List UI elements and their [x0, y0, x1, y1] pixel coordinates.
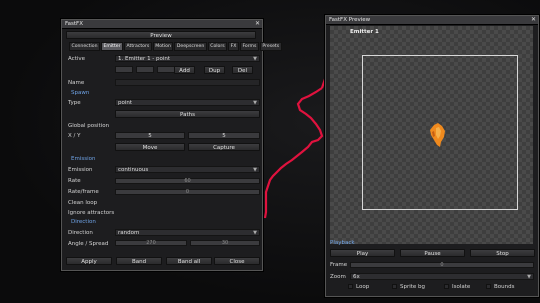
fastfx-titlebar[interactable]: FastFX ✕ — [62, 20, 262, 29]
active-emitter-select[interactable]: 1. Emitter 1 - point ▼ — [115, 55, 260, 62]
preview-viewport[interactable]: Emitter 1 — [330, 26, 533, 244]
spawn-section-title: Spawn — [71, 90, 90, 96]
tab-colors[interactable]: Colors — [207, 42, 228, 51]
tab-forms[interactable]: Forms — [239, 42, 259, 51]
x-field[interactable]: 5 — [115, 132, 185, 139]
tab-emitter[interactable]: Emitter — [101, 42, 123, 51]
zoom-value: 6x — [353, 274, 360, 280]
preview-button[interactable]: Preview — [66, 31, 256, 39]
active-label: Active — [68, 56, 86, 62]
chevron-down-icon: ▼ — [253, 230, 257, 236]
direction-label: Direction — [68, 230, 93, 236]
clean-loop-label: Clean loop — [68, 200, 98, 206]
type-value: point — [118, 100, 133, 106]
dup-button[interactable]: Dup — [204, 66, 225, 74]
band-button[interactable]: Band — [116, 257, 162, 265]
tab-motion[interactable]: Motion — [152, 42, 174, 51]
emission-value: continuous — [118, 167, 149, 173]
direction-select[interactable]: random ▼ — [115, 229, 260, 236]
type-label: Type — [68, 100, 81, 106]
paths-button[interactable]: Paths — [115, 110, 260, 118]
sprite-bg-checkbox[interactable] — [392, 284, 397, 289]
tab-connection[interactable]: Connection — [69, 42, 100, 51]
emitter-slot-2[interactable] — [136, 66, 154, 73]
close-button[interactable]: Close — [214, 257, 260, 265]
loop-label: Loop — [356, 284, 370, 290]
close-icon[interactable]: ✕ — [255, 20, 260, 28]
move-button[interactable]: Move — [115, 143, 185, 151]
y-field[interactable]: 5 — [188, 132, 260, 139]
frame-slider[interactable]: 0 — [350, 262, 534, 268]
rate-slider[interactable]: 60 — [115, 178, 260, 184]
tab-fx[interactable]: FX — [228, 42, 239, 51]
zoom-select[interactable]: 6x ▼ — [350, 273, 534, 280]
del-button[interactable]: Del — [232, 66, 253, 74]
playback-section-title: Playback — [330, 240, 355, 246]
preview-titlebar[interactable]: FastFX Preview ✕ — [326, 16, 538, 25]
rate-frame-label: Rate/frame — [68, 189, 99, 195]
sprite-bg-label: Sprite bg — [400, 284, 426, 290]
tab-presets[interactable]: Presets — [259, 42, 282, 51]
ignore-attractors-label: Ignore attractors — [68, 210, 115, 216]
chevron-down-icon: ▼ — [253, 167, 257, 173]
play-button[interactable]: Play — [330, 249, 395, 257]
window-title: FastFX — [65, 21, 83, 27]
frame-label: Frame — [330, 262, 348, 268]
name-field[interactable] — [115, 79, 260, 86]
emitter-slot-1[interactable] — [115, 66, 133, 73]
angle-spread-label: Angle / Spread — [68, 241, 109, 247]
emitter-slot-3[interactable] — [157, 66, 175, 73]
chevron-down-icon: ▼ — [253, 100, 257, 106]
xy-label: X / Y — [68, 133, 81, 139]
spread-slider[interactable]: 30 — [190, 240, 260, 246]
active-emitter-value: 1. Emitter 1 - point — [118, 56, 171, 62]
close-icon[interactable]: ✕ — [531, 16, 536, 24]
emission-select[interactable]: continuous ▼ — [115, 166, 260, 173]
stop-button[interactable]: Stop — [470, 249, 535, 257]
tab-deepscreen[interactable]: Deepscreen — [174, 42, 207, 51]
name-label: Name — [68, 80, 85, 86]
pause-button[interactable]: Pause — [400, 249, 465, 257]
loop-checkbox[interactable] — [348, 284, 353, 289]
add-button[interactable]: Add — [174, 66, 195, 74]
isolate-label: Isolate — [452, 284, 471, 290]
preview-window: FastFX Preview ✕ Emitter 1 Playback Play… — [325, 15, 539, 297]
emission-label: Emission — [68, 167, 93, 173]
tab-bar: Connection Emitter Attractors Motion Deepscr… — [69, 42, 282, 51]
direction-value: random — [118, 230, 140, 236]
chevron-down-icon: ▼ — [527, 274, 531, 280]
isolate-checkbox[interactable] — [444, 284, 449, 289]
band-all-button[interactable]: Band all — [166, 257, 212, 265]
rate-frame-slider[interactable]: 0 — [115, 189, 260, 195]
emission-section-title: Emission — [71, 156, 96, 162]
apply-button[interactable]: Apply — [66, 257, 112, 265]
bounds-label: Bounds — [494, 284, 515, 290]
direction-section-title: Direction — [71, 219, 96, 225]
zoom-label: Zoom — [330, 274, 346, 280]
global-position-label: Global position — [68, 123, 110, 129]
preview-window-title: FastFX Preview — [329, 17, 371, 23]
bounds-checkbox[interactable] — [486, 284, 491, 289]
capture-button[interactable]: Capture — [188, 143, 260, 151]
angle-slider[interactable]: 270 — [115, 240, 187, 246]
rate-label: Rate — [68, 178, 81, 184]
tab-attractors[interactable]: Attractors — [123, 42, 152, 51]
type-select[interactable]: point ▼ — [115, 99, 260, 106]
particle-sprite — [430, 123, 445, 147]
emitter-name-label: Emitter 1 — [350, 29, 379, 35]
chevron-down-icon: ▼ — [253, 56, 257, 62]
fastfx-window: FastFX ✕ Preview Connection Emitter Attrac… — [61, 19, 282, 271]
